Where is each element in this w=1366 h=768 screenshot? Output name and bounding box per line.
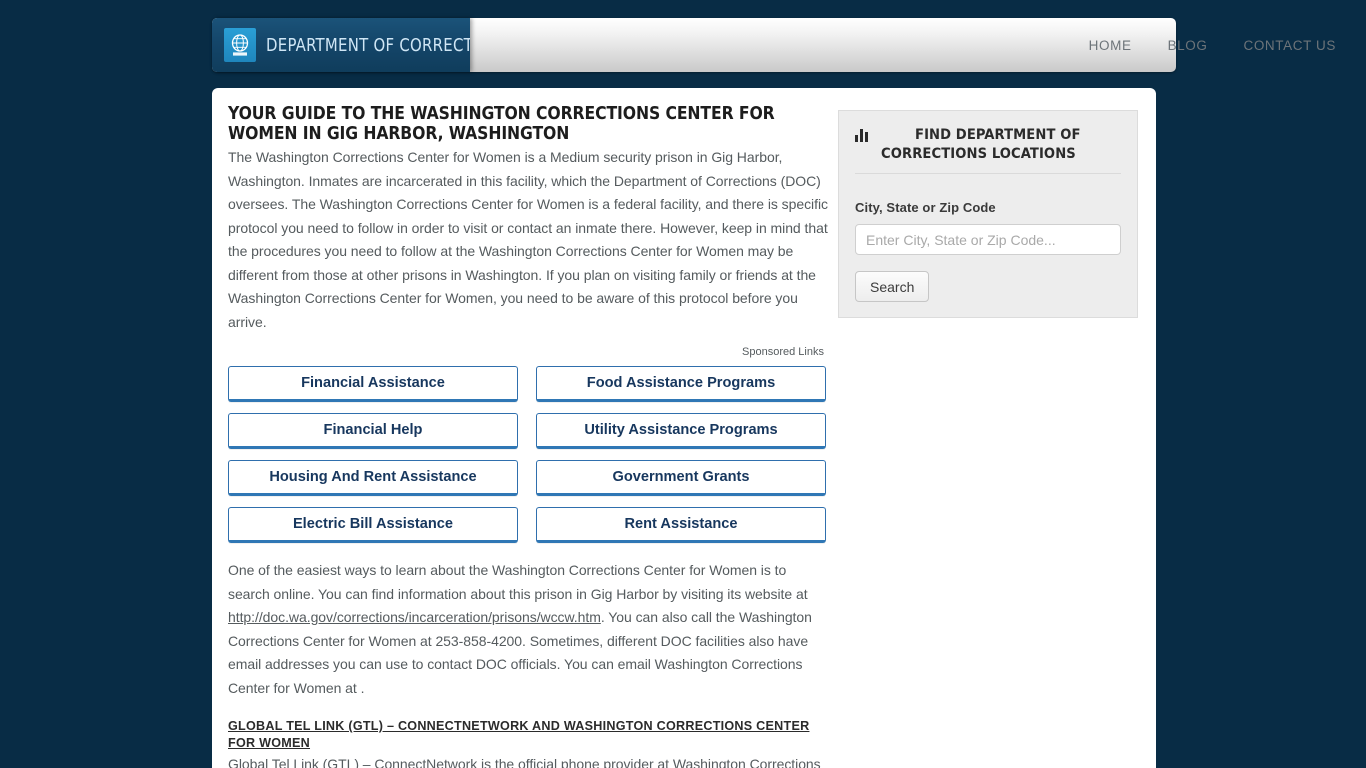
page-title: YOUR GUIDE TO THE WASHINGTON CORRECTIONS… [228,104,775,144]
nav-item-contact-us[interactable]: CONTACT US [1225,38,1354,53]
facility-website-link[interactable]: http://doc.wa.gov/corrections/incarcerat… [228,609,601,625]
site-brand[interactable]: DEPARTMENT OF CORRECTIONS [212,18,470,72]
section-body-gtl: Global Tel Link (GTL) – ConnectNetwork i… [228,756,821,768]
ad-button-rent-assistance[interactable]: Rent Assistance [536,507,826,543]
search-button[interactable]: Search [855,271,930,302]
nav-item-home[interactable]: HOME [1071,38,1150,53]
globe-seal-icon [224,28,256,62]
sponsored-link-grid: Financial Assistance Food Assistance Pro… [228,366,828,543]
main-nav: HOME BLOG CONTACT US [1071,18,1366,72]
search-input[interactable] [855,224,1121,255]
ad-button-government-grants[interactable]: Government Grants [536,460,826,496]
paragraph-two-lead: One of the easiest ways to learn about t… [228,562,808,602]
page-root: DEPARTMENT OF CORRECTIONS HOME BLOG CONT… [0,0,1366,768]
brand-title: DEPARTMENT OF CORRECTIONS [266,34,470,56]
ad-button-utility-assistance-programs[interactable]: Utility Assistance Programs [536,413,826,449]
article-intro-paragraph: The Washington Corrections Center for Wo… [228,149,828,330]
sidebar-header: FIND DEPARTMENT OF CORRECTIONS LOCATIONS [855,125,1121,174]
sidebar-title: FIND DEPARTMENT OF CORRECTIONS LOCATIONS [881,126,1081,162]
ad-button-food-assistance-programs[interactable]: Food Assistance Programs [536,366,826,402]
article: YOUR GUIDE TO THE WASHINGTON CORRECTIONS… [228,104,828,768]
sidebar-locations-widget: FIND DEPARTMENT OF CORRECTIONS LOCATIONS… [838,110,1138,318]
ad-button-financial-assistance[interactable]: Financial Assistance [228,366,518,402]
nav-item-blog[interactable]: BLOG [1150,38,1226,53]
ad-button-electric-bill-assistance[interactable]: Electric Bill Assistance [228,507,518,543]
search-field-label: City, State or Zip Code [855,200,996,215]
bar-chart-icon [855,128,871,142]
article-paragraph-two: One of the easiest ways to learn about t… [228,559,828,700]
section-heading-gtl: GLOBAL TEL LINK (GTL) – CONNECTNETWORK A… [228,719,810,750]
ad-button-housing-and-rent-assistance[interactable]: Housing And Rent Assistance [228,460,518,496]
sponsored-links-label: Sponsored Links [742,346,824,358]
ad-button-financial-help[interactable]: Financial Help [228,413,518,449]
